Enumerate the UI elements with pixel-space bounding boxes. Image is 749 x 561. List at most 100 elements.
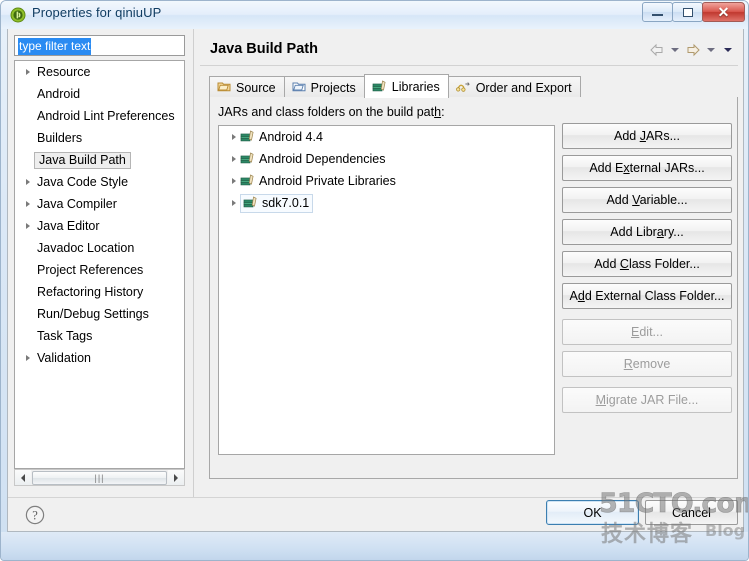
add-external-class-folder-label: Add External Class Folder... — [569, 289, 725, 303]
forward-arrow-icon[interactable] — [685, 43, 701, 57]
sidebar-item-resource[interactable]: Resource — [15, 61, 184, 83]
add-jars-button[interactable]: Add JARs... — [562, 123, 732, 149]
scroll-right-icon[interactable] — [168, 470, 184, 485]
add-library-button[interactable]: Add Library... — [562, 219, 732, 245]
libraries-action-buttons: Add JARs... Add External JARs... Add Var… — [562, 123, 732, 419]
library-entry-label: Android Dependencies — [259, 152, 386, 166]
title-separator — [200, 65, 738, 66]
sidebar-item-task-tags[interactable]: Task Tags — [15, 325, 184, 347]
sidebar-item-java-compiler[interactable]: Java Compiler — [15, 193, 184, 215]
eclipse-logo-icon — [10, 7, 26, 23]
libraries-tree[interactable]: Android 4.4 Android Dependencies Android… — [218, 125, 555, 455]
sidebar-item-project-references[interactable]: Project References — [15, 259, 184, 281]
expand-arrow-icon[interactable] — [227, 170, 240, 192]
sidebar-item-label: Task Tags — [37, 329, 93, 343]
sidebar-item-label: Java Compiler — [37, 197, 117, 211]
add-variable-button[interactable]: Add Variable... — [562, 187, 732, 213]
sidebar-item-java-build-path[interactable]: Java Build Path — [15, 149, 184, 171]
tab-projects[interactable]: Projects — [283, 76, 365, 98]
add-external-jars-button[interactable]: Add External JARs... — [562, 155, 732, 181]
page-nav-controls — [649, 43, 735, 57]
expand-arrow-icon[interactable] — [21, 193, 34, 215]
cancel-label: Cancel — [672, 505, 711, 520]
add-class-folder-button[interactable]: Add Class Folder... — [562, 251, 732, 277]
ok-button[interactable]: OK — [546, 500, 639, 525]
sidebar-item-label: Java Code Style — [37, 175, 129, 189]
sidebar-horizontal-scrollbar[interactable]: ||| — [14, 469, 185, 486]
expand-arrow-icon[interactable] — [227, 192, 240, 214]
sidebar-item-java-code-style[interactable]: Java Code Style — [15, 171, 184, 193]
order-export-icon — [455, 80, 471, 96]
libraries-tab-panel: JARs and class folders on the build path… — [209, 97, 738, 479]
sidebar-item-label: Run/Debug Settings — [37, 307, 149, 321]
filter-input[interactable]: type filter text — [14, 35, 185, 56]
tab-source[interactable]: Source — [209, 76, 285, 98]
library-books-icon — [240, 129, 255, 145]
back-arrow-icon[interactable] — [649, 43, 665, 57]
tab-label: Projects — [310, 80, 356, 95]
sidebar-item-builders[interactable]: Builders — [15, 127, 184, 149]
expand-arrow-icon[interactable] — [21, 347, 34, 369]
sidebar-item-label: Javadoc Location — [37, 241, 135, 255]
library-entry-android-private-libraries[interactable]: Android Private Libraries — [219, 170, 554, 192]
migrate-jar-file-button[interactable]: Migrate JAR File... — [562, 387, 732, 413]
sidebar-item-android-lint-preferences[interactable]: Android Lint Preferences — [15, 105, 184, 127]
close-icon: ✕ — [717, 4, 730, 20]
expand-arrow-icon[interactable] — [21, 171, 34, 193]
library-entry-sdk7[interactable]: sdk7.0.1 — [219, 192, 554, 214]
svg-text:?: ? — [32, 508, 38, 522]
remove-label: Remove — [623, 357, 671, 371]
maximize-icon — [682, 7, 693, 17]
view-menu-chevron-down-icon[interactable] — [724, 48, 732, 52]
expand-arrow-icon[interactable] — [21, 215, 34, 237]
scroll-left-icon[interactable] — [15, 470, 31, 485]
edit-button[interactable]: Edit... — [562, 319, 732, 345]
minimize-icon — [652, 14, 663, 16]
sidebar-item-run-debug-settings[interactable]: Run/Debug Settings — [15, 303, 184, 325]
tab-libraries[interactable]: Libraries — [363, 74, 449, 98]
library-entry-label: sdk7.0.1 — [262, 195, 310, 210]
sidebar-item-label: Validation — [37, 351, 91, 365]
migrate-jar-file-label: Migrate JAR File... — [595, 393, 699, 407]
help-question-icon[interactable]: ? — [25, 505, 45, 525]
library-entry-android-44[interactable]: Android 4.4 — [219, 126, 554, 148]
expand-arrow-icon[interactable] — [227, 148, 240, 170]
sidebar-item-validation[interactable]: Validation — [15, 347, 184, 369]
sidebar-item-label: Refactoring History — [37, 285, 144, 299]
expand-arrow-icon[interactable] — [21, 61, 34, 83]
maximize-button[interactable] — [672, 2, 703, 22]
minimize-button[interactable] — [642, 2, 673, 22]
properties-dialog-window: Properties for qiniuUP ✕ type filter tex… — [0, 0, 749, 561]
sidebar-item-java-editor[interactable]: Java Editor — [15, 215, 184, 237]
add-external-jars-label: Add External JARs... — [589, 161, 705, 175]
scrollbar-thumb[interactable]: ||| — [32, 470, 167, 485]
add-external-class-folder-button[interactable]: Add External Class Folder... — [562, 283, 732, 309]
library-books-icon — [240, 151, 255, 167]
add-jars-label: Add JARs... — [613, 129, 680, 143]
expand-arrow-icon[interactable] — [227, 126, 240, 148]
libraries-books-icon — [372, 79, 387, 95]
add-library-label: Add Library... — [610, 225, 684, 239]
library-entry-label: Android 4.4 — [259, 130, 323, 144]
sidebar-item-android[interactable]: Android — [15, 83, 184, 105]
sidebar-item-refactoring-history[interactable]: Refactoring History — [15, 281, 184, 303]
tab-label: Libraries — [391, 79, 440, 94]
filter-input-value: type filter text — [18, 38, 92, 55]
tab-order-and-export[interactable]: Order and Export — [447, 76, 581, 98]
add-class-folder-label: Add Class Folder... — [594, 257, 700, 271]
sidebar-item-label: Builders — [37, 131, 83, 145]
library-entry-android-dependencies[interactable]: Android Dependencies — [219, 148, 554, 170]
sidebar-item-javadoc-location[interactable]: Javadoc Location — [15, 237, 184, 259]
cancel-button[interactable]: Cancel — [645, 500, 738, 525]
settings-tree[interactable]: Resource Android Android Lint Preference… — [14, 60, 185, 469]
back-history-chevron-down-icon[interactable] — [671, 48, 679, 52]
close-button[interactable]: ✕ — [702, 2, 745, 22]
remove-button[interactable]: Remove — [562, 351, 732, 377]
forward-history-chevron-down-icon[interactable] — [707, 48, 715, 52]
sidebar-item-label: Android Lint Preferences — [37, 109, 175, 123]
